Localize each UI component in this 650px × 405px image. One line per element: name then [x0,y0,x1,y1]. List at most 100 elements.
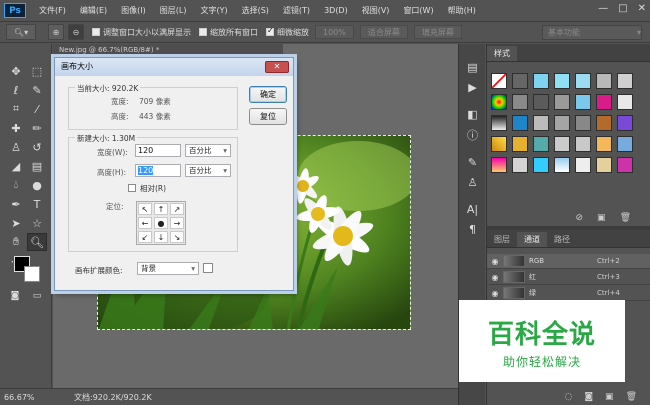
zoom-tool-icon[interactable]: 🔍︎ [27,233,47,251]
trash-icon[interactable]: 🗑︎ [626,392,637,402]
new-height-input[interactable]: 120 [135,164,181,177]
healing-brush-tool-icon[interactable]: ✚ [6,119,26,137]
menu-filter[interactable]: 滤镜(T) [276,5,317,16]
history-brush-tool-icon[interactable]: ↺ [27,138,47,156]
restore-button[interactable]: □ [618,3,627,14]
extension-color-select[interactable]: 背景 ▾ [137,262,199,275]
anchor-sw-icon[interactable]: ↙ [138,231,152,243]
eye-icon[interactable]: ◉ [487,289,503,298]
style-swatch[interactable] [533,157,549,173]
eye-icon[interactable]: ◉ [487,257,503,266]
zoom-all-windows-checkbox[interactable]: 缩放所有窗口 [199,27,258,38]
style-swatch[interactable] [596,94,612,110]
dodge-tool-icon[interactable]: ● [27,176,47,194]
character-panel-icon[interactable]: A| [464,201,481,218]
quick-select-tool-icon[interactable]: ✎ [27,81,47,99]
style-swatch[interactable] [617,94,633,110]
channel-row[interactable]: ◉ 绿 Ctrl+4 [487,286,650,301]
tab-styles[interactable]: 样式 [487,46,517,61]
anchor-n-icon[interactable]: ↑ [154,203,168,215]
scrubby-zoom-checkbox[interactable]: 细微缩放 [266,26,309,38]
anchor-s-icon[interactable]: ↓ [154,231,168,243]
style-swatch[interactable] [491,94,507,110]
workspace-select[interactable]: 基本功能 ▾ [542,25,642,40]
style-swatch[interactable] [554,115,570,131]
style-swatch[interactable] [596,157,612,173]
menu-window[interactable]: 窗口(W) [396,5,440,16]
brush-panel-icon[interactable]: ✎ [464,154,481,171]
anchor-ne-icon[interactable]: ↗ [170,203,184,215]
style-swatch[interactable] [491,136,507,152]
close-button[interactable]: ✕ [638,3,646,14]
style-swatch[interactable] [554,136,570,152]
style-swatch[interactable] [596,136,612,152]
style-swatch[interactable] [554,73,570,89]
tool-preset-picker[interactable]: 🔍︎▾ [6,24,36,40]
style-swatch[interactable] [512,73,528,89]
clone-stamp-tool-icon[interactable]: ♙ [6,138,26,156]
shape-tool-icon[interactable]: ☆ [27,214,47,232]
style-swatch[interactable] [575,73,591,89]
new-channel-icon[interactable]: ▣ [605,392,614,402]
style-swatch[interactable] [575,136,591,152]
style-swatch[interactable] [575,115,591,131]
type-tool-icon[interactable]: T [27,195,47,213]
document-tab[interactable]: New.jpg @ 66.7%(RGB/8#) * [53,44,283,56]
style-swatch[interactable] [491,157,507,173]
actual-pixels-button[interactable]: 100% [315,25,354,39]
menu-file[interactable]: 文件(F) [32,5,73,16]
tab-layers[interactable]: 图层 [487,232,517,247]
menu-type[interactable]: 文字(Y) [193,5,234,16]
style-swatch[interactable] [533,94,549,110]
height-unit-select[interactable]: 百分比 ▾ [185,164,231,177]
clone-source-panel-icon[interactable]: ♙ [464,174,481,191]
menu-3d[interactable]: 3D(D) [317,6,355,15]
screen-mode-icon[interactable]: ▭ [27,287,47,305]
eyedropper-tool-icon[interactable]: ⁄ [27,100,47,118]
style-swatch[interactable] [512,115,528,131]
style-swatch[interactable] [554,94,570,110]
tab-channels[interactable]: 通道 [517,232,547,247]
anchor-w-icon[interactable]: ← [138,217,152,229]
brush-tool-icon[interactable]: ✏ [27,119,47,137]
pen-tool-icon[interactable]: ✒ [6,195,26,213]
resize-windows-checkbox[interactable]: 调整窗口大小以满屏显示 [92,27,191,38]
channel-row[interactable]: ◉ 红 Ctrl+3 [487,270,650,285]
style-swatch[interactable] [512,94,528,110]
style-swatch[interactable] [533,136,549,152]
minimize-button[interactable]: — [598,3,608,14]
save-selection-icon[interactable]: ◙ [584,392,593,402]
channel-row[interactable]: ◉ RGB Ctrl+2 [487,254,650,269]
quick-mask-icon[interactable]: ◙ [5,287,25,305]
eraser-tool-icon[interactable]: ◢ [6,157,26,175]
path-selection-tool-icon[interactable]: ➤ [6,214,26,232]
fit-screen-button[interactable]: 适合屏幕 [359,25,408,39]
style-swatch[interactable] [575,94,591,110]
actions-panel-icon[interactable]: ▶ [464,79,481,96]
zoom-level[interactable]: 66.67% [0,393,50,402]
anchor-e-icon[interactable]: → [170,217,184,229]
style-swatch[interactable] [533,73,549,89]
lasso-tool-icon[interactable]: ℓ [6,81,26,99]
style-swatch[interactable] [512,157,528,173]
blur-tool-icon[interactable]: 💧︎ [6,176,26,194]
gradient-tool-icon[interactable]: ▤ [27,157,47,175]
style-swatch[interactable] [596,115,612,131]
reset-button[interactable]: 复位 [249,108,287,125]
document-info[interactable]: 文档:920.2K/920.2K [50,392,152,403]
properties-panel-icon[interactable]: ◧ [464,106,481,123]
crop-tool-icon[interactable]: ⌗ [6,100,26,118]
anchor-se-icon[interactable]: ↘ [170,231,184,243]
menu-image[interactable]: 图像(I) [114,5,153,16]
background-color-swatch[interactable] [24,266,40,282]
eye-icon[interactable]: ◉ [487,273,503,282]
dialog-close-button[interactable]: ✕ [265,61,289,73]
menu-view[interactable]: 视图(V) [355,5,397,16]
new-style-icon[interactable]: ▣ [597,213,606,223]
menu-edit[interactable]: 编辑(E) [73,5,114,16]
menu-layer[interactable]: 图层(L) [153,5,194,16]
style-swatch[interactable] [533,115,549,131]
tab-paths[interactable]: 路径 [547,232,577,247]
paragraph-panel-icon[interactable]: ¶ [464,221,481,238]
marquee-tool-icon[interactable]: ⬚ [27,62,47,80]
